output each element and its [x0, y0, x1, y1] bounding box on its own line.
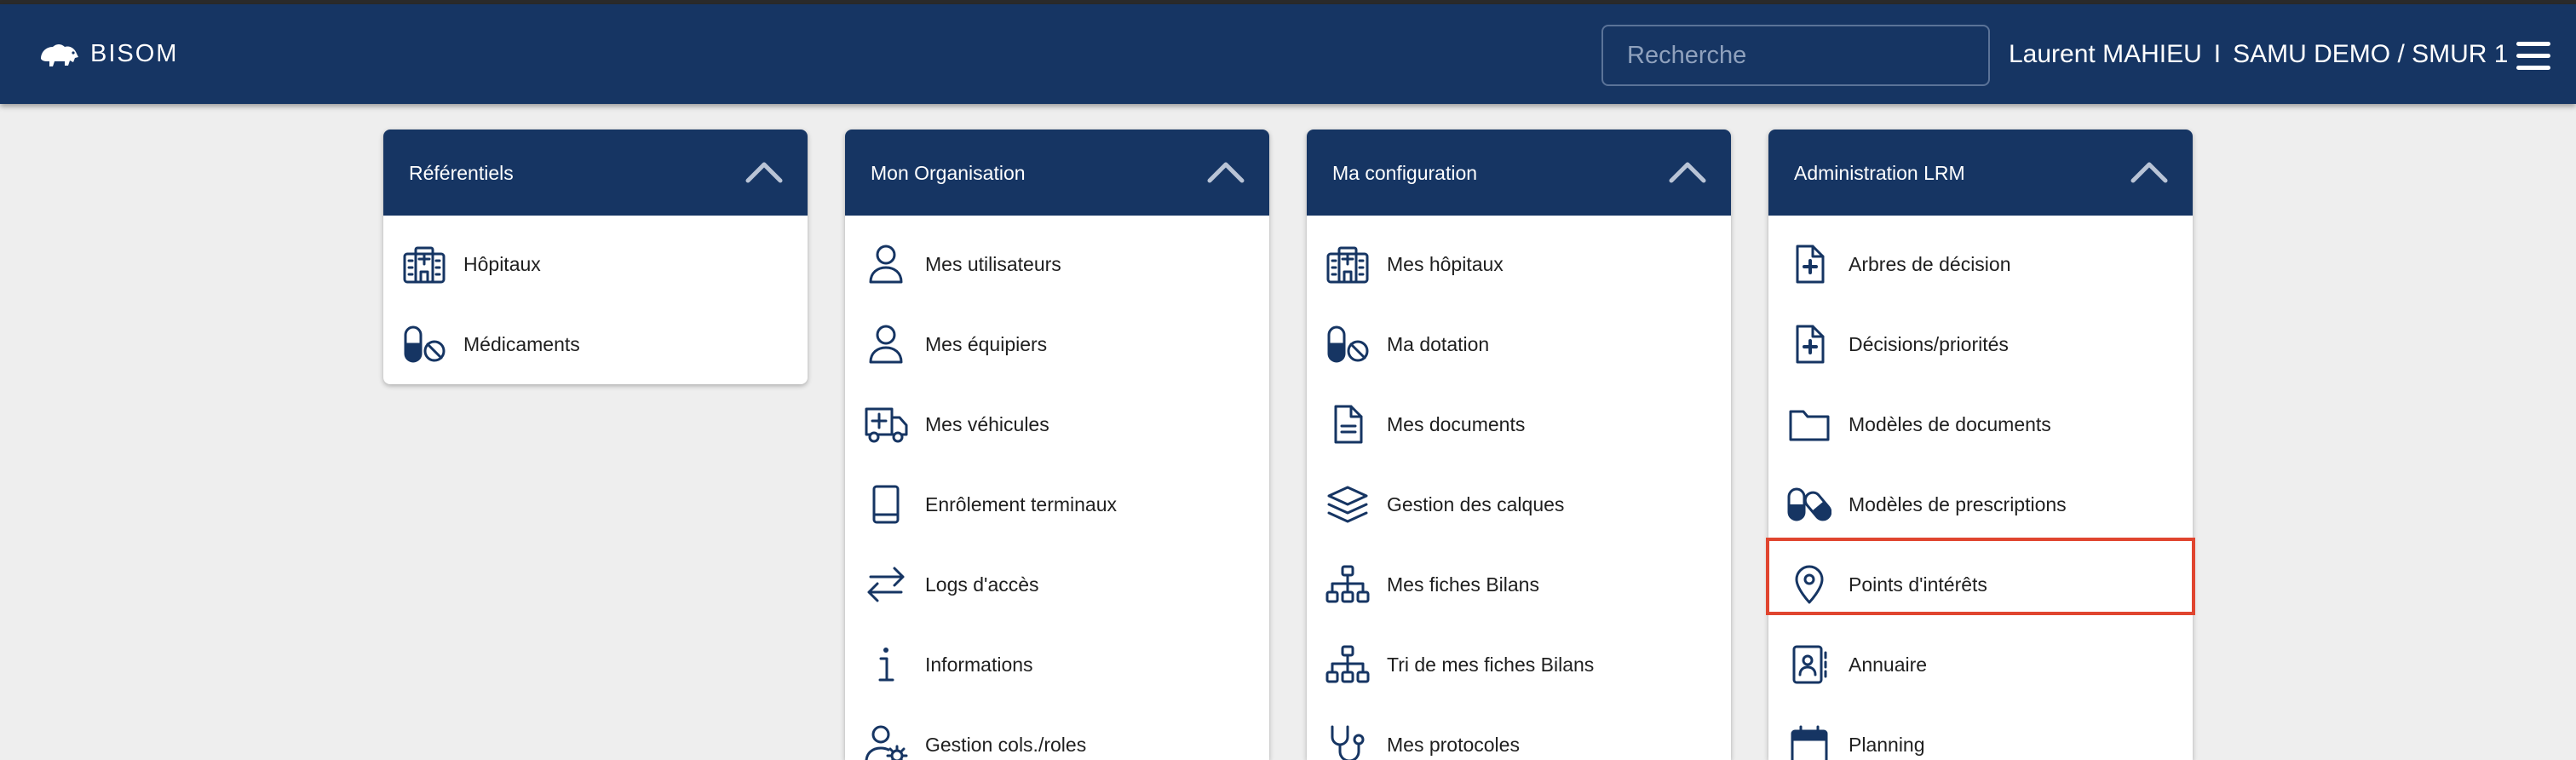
menu-item-label: Médicaments — [463, 333, 580, 355]
menu-item-label: Mes protocoles — [1387, 734, 1520, 756]
user-icon — [864, 324, 908, 365]
ambulance-icon — [864, 404, 908, 445]
menu-item-mes-hopitaux[interactable]: Mes hôpitaux — [1307, 224, 1731, 304]
map-pin-icon — [1787, 564, 1831, 605]
user-info: Laurent MAHIEU I SAMU DEMO / SMUR 1 — [2009, 38, 2508, 71]
card-referentiels: Référentiels Hôpitaux Médicaments — [383, 130, 808, 384]
stethoscope-icon — [1325, 724, 1370, 760]
menu-item-mes-protocoles[interactable]: Mes protocoles — [1307, 705, 1731, 760]
menu-item-mes-fiches-bilans[interactable]: Mes fiches Bilans — [1307, 544, 1731, 625]
menu-item-mes-equipiers[interactable]: Mes équipiers — [845, 304, 1269, 384]
card-ma-configuration: Ma configuration Mes hôpitaux Ma dotatio… — [1307, 130, 1731, 760]
menu-item-enrolement-terminaux[interactable]: Enrôlement terminaux — [845, 464, 1269, 544]
tablet-icon — [864, 484, 908, 525]
sitemap-icon — [1325, 564, 1370, 605]
user-separator: I — [2213, 40, 2222, 68]
menu-item-points-interets[interactable]: Points d'intérêts — [1768, 544, 2193, 625]
organization-name: SAMU DEMO / SMUR 1 — [2233, 40, 2509, 68]
menu-item-label: Mes hôpitaux — [1387, 253, 1504, 275]
menu-item-mes-documents[interactable]: Mes documents — [1307, 384, 1731, 464]
menu-item-gestion-calques[interactable]: Gestion des calques — [1307, 464, 1731, 544]
file-medical-icon — [1787, 244, 1831, 285]
card-header-ma-configuration[interactable]: Ma configuration — [1307, 130, 1731, 216]
menu-item-label: Planning — [1849, 734, 1925, 756]
menu-item-planning[interactable]: Planning — [1768, 705, 2193, 760]
info-icon — [864, 644, 908, 685]
menu-item-informations[interactable]: Informations — [845, 625, 1269, 705]
user-name: Laurent MAHIEU — [2009, 40, 2202, 68]
menu-item-modeles-documents[interactable]: Modèles de documents — [1768, 384, 2193, 464]
menu-item-label: Mes véhicules — [925, 413, 1049, 435]
menu-hamburger-icon[interactable] — [2516, 42, 2550, 71]
brand-name[interactable]: BISOM — [90, 38, 178, 69]
document-icon — [1325, 404, 1370, 445]
menu-item-label: Informations — [925, 653, 1033, 676]
hospital-icon — [1325, 244, 1370, 285]
chevron-up-icon[interactable] — [2130, 158, 2169, 184]
chevron-up-icon[interactable] — [1206, 158, 1245, 184]
menu-item-decisions-priorites[interactable]: Décisions/priorités — [1768, 304, 2193, 384]
menu-item-label: Annuaire — [1849, 653, 1928, 676]
search-input[interactable] — [1601, 25, 1990, 86]
menu-item-modeles-prescriptions[interactable]: Modèles de prescriptions — [1768, 464, 2193, 544]
menu-item-medicaments[interactable]: Médicaments — [383, 304, 808, 384]
sitemap-icon — [1325, 644, 1370, 685]
menu-item-mes-vehicules[interactable]: Mes véhicules — [845, 384, 1269, 464]
user-gear-icon — [864, 724, 908, 760]
card-title: Mon Organisation — [871, 162, 1026, 184]
menu-item-label: Modèles de prescriptions — [1849, 493, 2067, 515]
card-header-mon-organisation[interactable]: Mon Organisation — [845, 130, 1269, 216]
card-administration-lrm: Administration LRM Arbres de décision Dé… — [1768, 130, 2193, 760]
menu-item-hopitaux[interactable]: Hôpitaux — [383, 224, 808, 304]
chevron-up-icon[interactable] — [745, 158, 784, 184]
file-medical-icon — [1787, 324, 1831, 365]
menu-item-annuaire[interactable]: Annuaire — [1768, 625, 2193, 705]
menu-item-logs-acces[interactable]: Logs d'accès — [845, 544, 1269, 625]
address-book-icon — [1787, 644, 1831, 685]
menu-item-label: Ma dotation — [1387, 333, 1490, 355]
layers-icon — [1325, 484, 1370, 525]
menu-item-arbres-decision[interactable]: Arbres de décision — [1768, 224, 2193, 304]
hospital-icon — [402, 244, 446, 285]
menu-item-label: Modèles de documents — [1849, 413, 2051, 435]
pills-icon — [402, 324, 446, 365]
menu-item-label: Enrôlement terminaux — [925, 493, 1117, 515]
top-navbar: BISOM Laurent MAHIEU I SAMU DEMO / SMUR 1 — [0, 4, 2576, 104]
menu-item-label: Mes documents — [1387, 413, 1526, 435]
card-mon-organisation: Mon Organisation Mes utilisateurs Mes éq… — [845, 130, 1269, 760]
arrows-exchange-icon — [864, 564, 908, 605]
menu-item-label: Mes utilisateurs — [925, 253, 1061, 275]
menu-item-gestion-cols-roles[interactable]: Gestion cols./roles — [845, 705, 1269, 760]
card-header-administration-lrm[interactable]: Administration LRM — [1768, 130, 2193, 216]
calendar-icon — [1787, 724, 1831, 760]
bison-logo-icon[interactable] — [37, 42, 80, 69]
menu-item-label: Arbres de décision — [1849, 253, 2011, 275]
menu-item-label: Mes fiches Bilans — [1387, 573, 1539, 596]
card-title: Référentiels — [409, 162, 514, 184]
menu-item-tri-fiches-bilans[interactable]: Tri de mes fiches Bilans — [1307, 625, 1731, 705]
card-header-referentiels[interactable]: Référentiels — [383, 130, 808, 216]
capsules-icon — [1787, 484, 1832, 525]
menu-item-label: Points d'intérêts — [1849, 573, 1987, 596]
menu-item-label: Gestion cols./roles — [925, 734, 1087, 756]
menu-item-mes-utilisateurs[interactable]: Mes utilisateurs — [845, 224, 1269, 304]
menu-item-label: Logs d'accès — [925, 573, 1039, 596]
card-title: Ma configuration — [1332, 162, 1478, 184]
menu-item-label: Gestion des calques — [1387, 493, 1565, 515]
menu-item-ma-dotation[interactable]: Ma dotation — [1307, 304, 1731, 384]
card-title: Administration LRM — [1794, 162, 1965, 184]
menu-item-label: Tri de mes fiches Bilans — [1387, 653, 1595, 676]
menu-item-label: Hôpitaux — [463, 253, 541, 275]
chevron-up-icon[interactable] — [1668, 158, 1707, 184]
menu-item-label: Décisions/priorités — [1849, 333, 2009, 355]
pills-icon — [1325, 324, 1370, 365]
user-icon — [864, 244, 908, 285]
menu-item-label: Mes équipiers — [925, 333, 1048, 355]
folder-icon — [1787, 404, 1831, 445]
